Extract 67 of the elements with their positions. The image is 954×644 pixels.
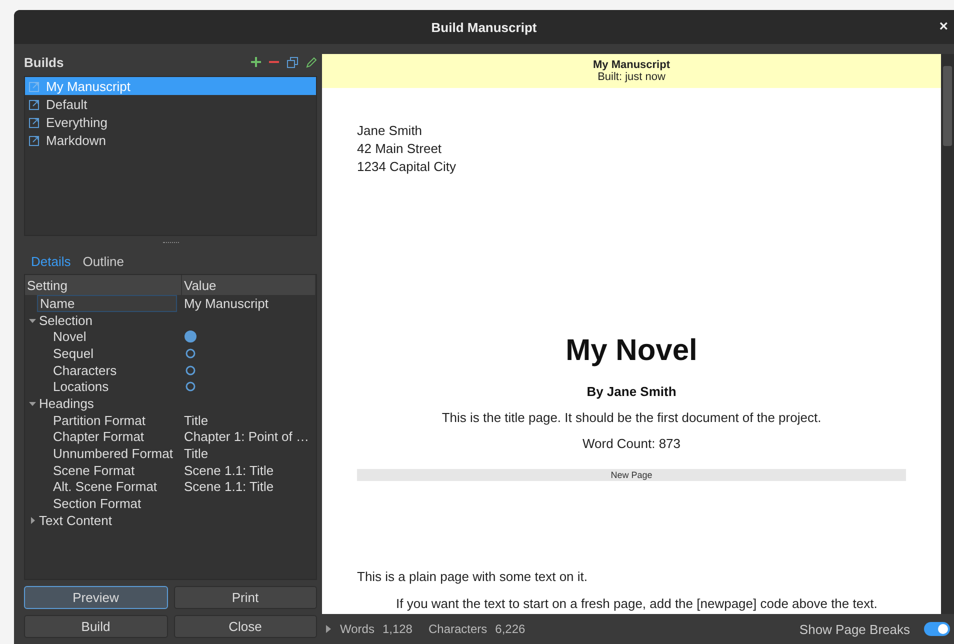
pencil-icon[interactable] [306,56,317,68]
name-field[interactable]: Name [37,295,177,312]
caret-icon [28,400,36,407]
window-title: Build Manuscript [431,20,537,34]
radio-button[interactable] [184,364,197,377]
address-line: Jane Smith [357,122,424,140]
splitter-handle[interactable] [162,242,178,244]
duplicate-icon[interactable] [287,56,298,68]
caret-icon [28,516,36,524]
build-item[interactable]: Default [25,95,316,113]
export-icon [29,134,40,146]
address-line: 1234 Capital City [357,158,457,176]
setting-value: Scene 1.1: Title [183,479,275,494]
caret-icon [28,316,36,324]
build-item[interactable]: Everything [25,113,316,131]
export-icon [29,98,40,110]
export-icon [29,80,40,92]
tab[interactable]: Outline [82,254,124,268]
setting-label: Novel [52,329,88,344]
setting-label: Scene Format [52,462,136,478]
action-button[interactable]: Build [24,615,168,638]
paragraph: This is the title page. It should be the first document of the project. [440,410,822,425]
add-icon[interactable] [251,57,261,67]
paragraph: This is a plain page with some text on it. [357,569,589,584]
tree-group[interactable]: Selection [25,312,182,328]
setting-label: Characters [52,362,118,378]
radio-button[interactable] [184,346,197,360]
setting-label: Alt. Scene Format [52,479,158,494]
panel-title: Builds [24,54,64,70]
column-header: Value [182,275,316,296]
paragraph: If you want the text to start on a fresh page, add the [newpage] code above the text. [395,596,878,611]
address-line: 42 Main Street [357,140,443,158]
paragraph: Word Count: 873 [581,436,682,451]
action-button[interactable]: Print [174,586,317,609]
toggle-switch[interactable] [924,622,950,636]
byline: By Jane Smith [586,384,678,399]
status-label: Characters [428,622,488,636]
setting-label: Unnumbered Format [52,446,174,462]
close-button[interactable]: × [939,18,948,35]
setting-value: Title [183,446,210,462]
status-value: 1,128 [382,622,412,636]
setting-value: My Manuscript [183,296,270,311]
setting-label: Section Format [52,496,142,512]
status-label: Words [340,622,374,636]
setting-label: Chapter Format [52,429,146,444]
setting-label: Partition Format [52,412,146,428]
tree-group[interactable]: Headings [25,396,182,411]
document-title: My Novel [564,334,698,368]
banner-title: My Manuscript [592,59,670,71]
setting-label: Sequel [52,346,94,361]
setting-label: Locations [52,379,110,394]
banner-subtitle: Built: just now [598,71,666,83]
tab[interactable]: Details [31,254,71,268]
expand-icon[interactable] [326,625,332,633]
action-button[interactable]: Preview [24,586,168,609]
page-break: New Page [357,469,906,481]
toggle-label: Show Page Breaks [799,622,910,636]
radio-button[interactable] [184,330,197,344]
setting-value: Chapter 1: Point of … [183,429,310,444]
build-item[interactable]: Markdown [25,131,316,149]
action-button[interactable]: Close [174,615,317,638]
radio-button[interactable] [184,380,197,394]
setting-value: Scene 1.1: Title [183,462,275,478]
export-icon [29,116,40,128]
setting-value: Title [183,412,210,428]
status-value: 6,226 [495,622,526,636]
tree-group[interactable]: Text Content [25,512,182,528]
